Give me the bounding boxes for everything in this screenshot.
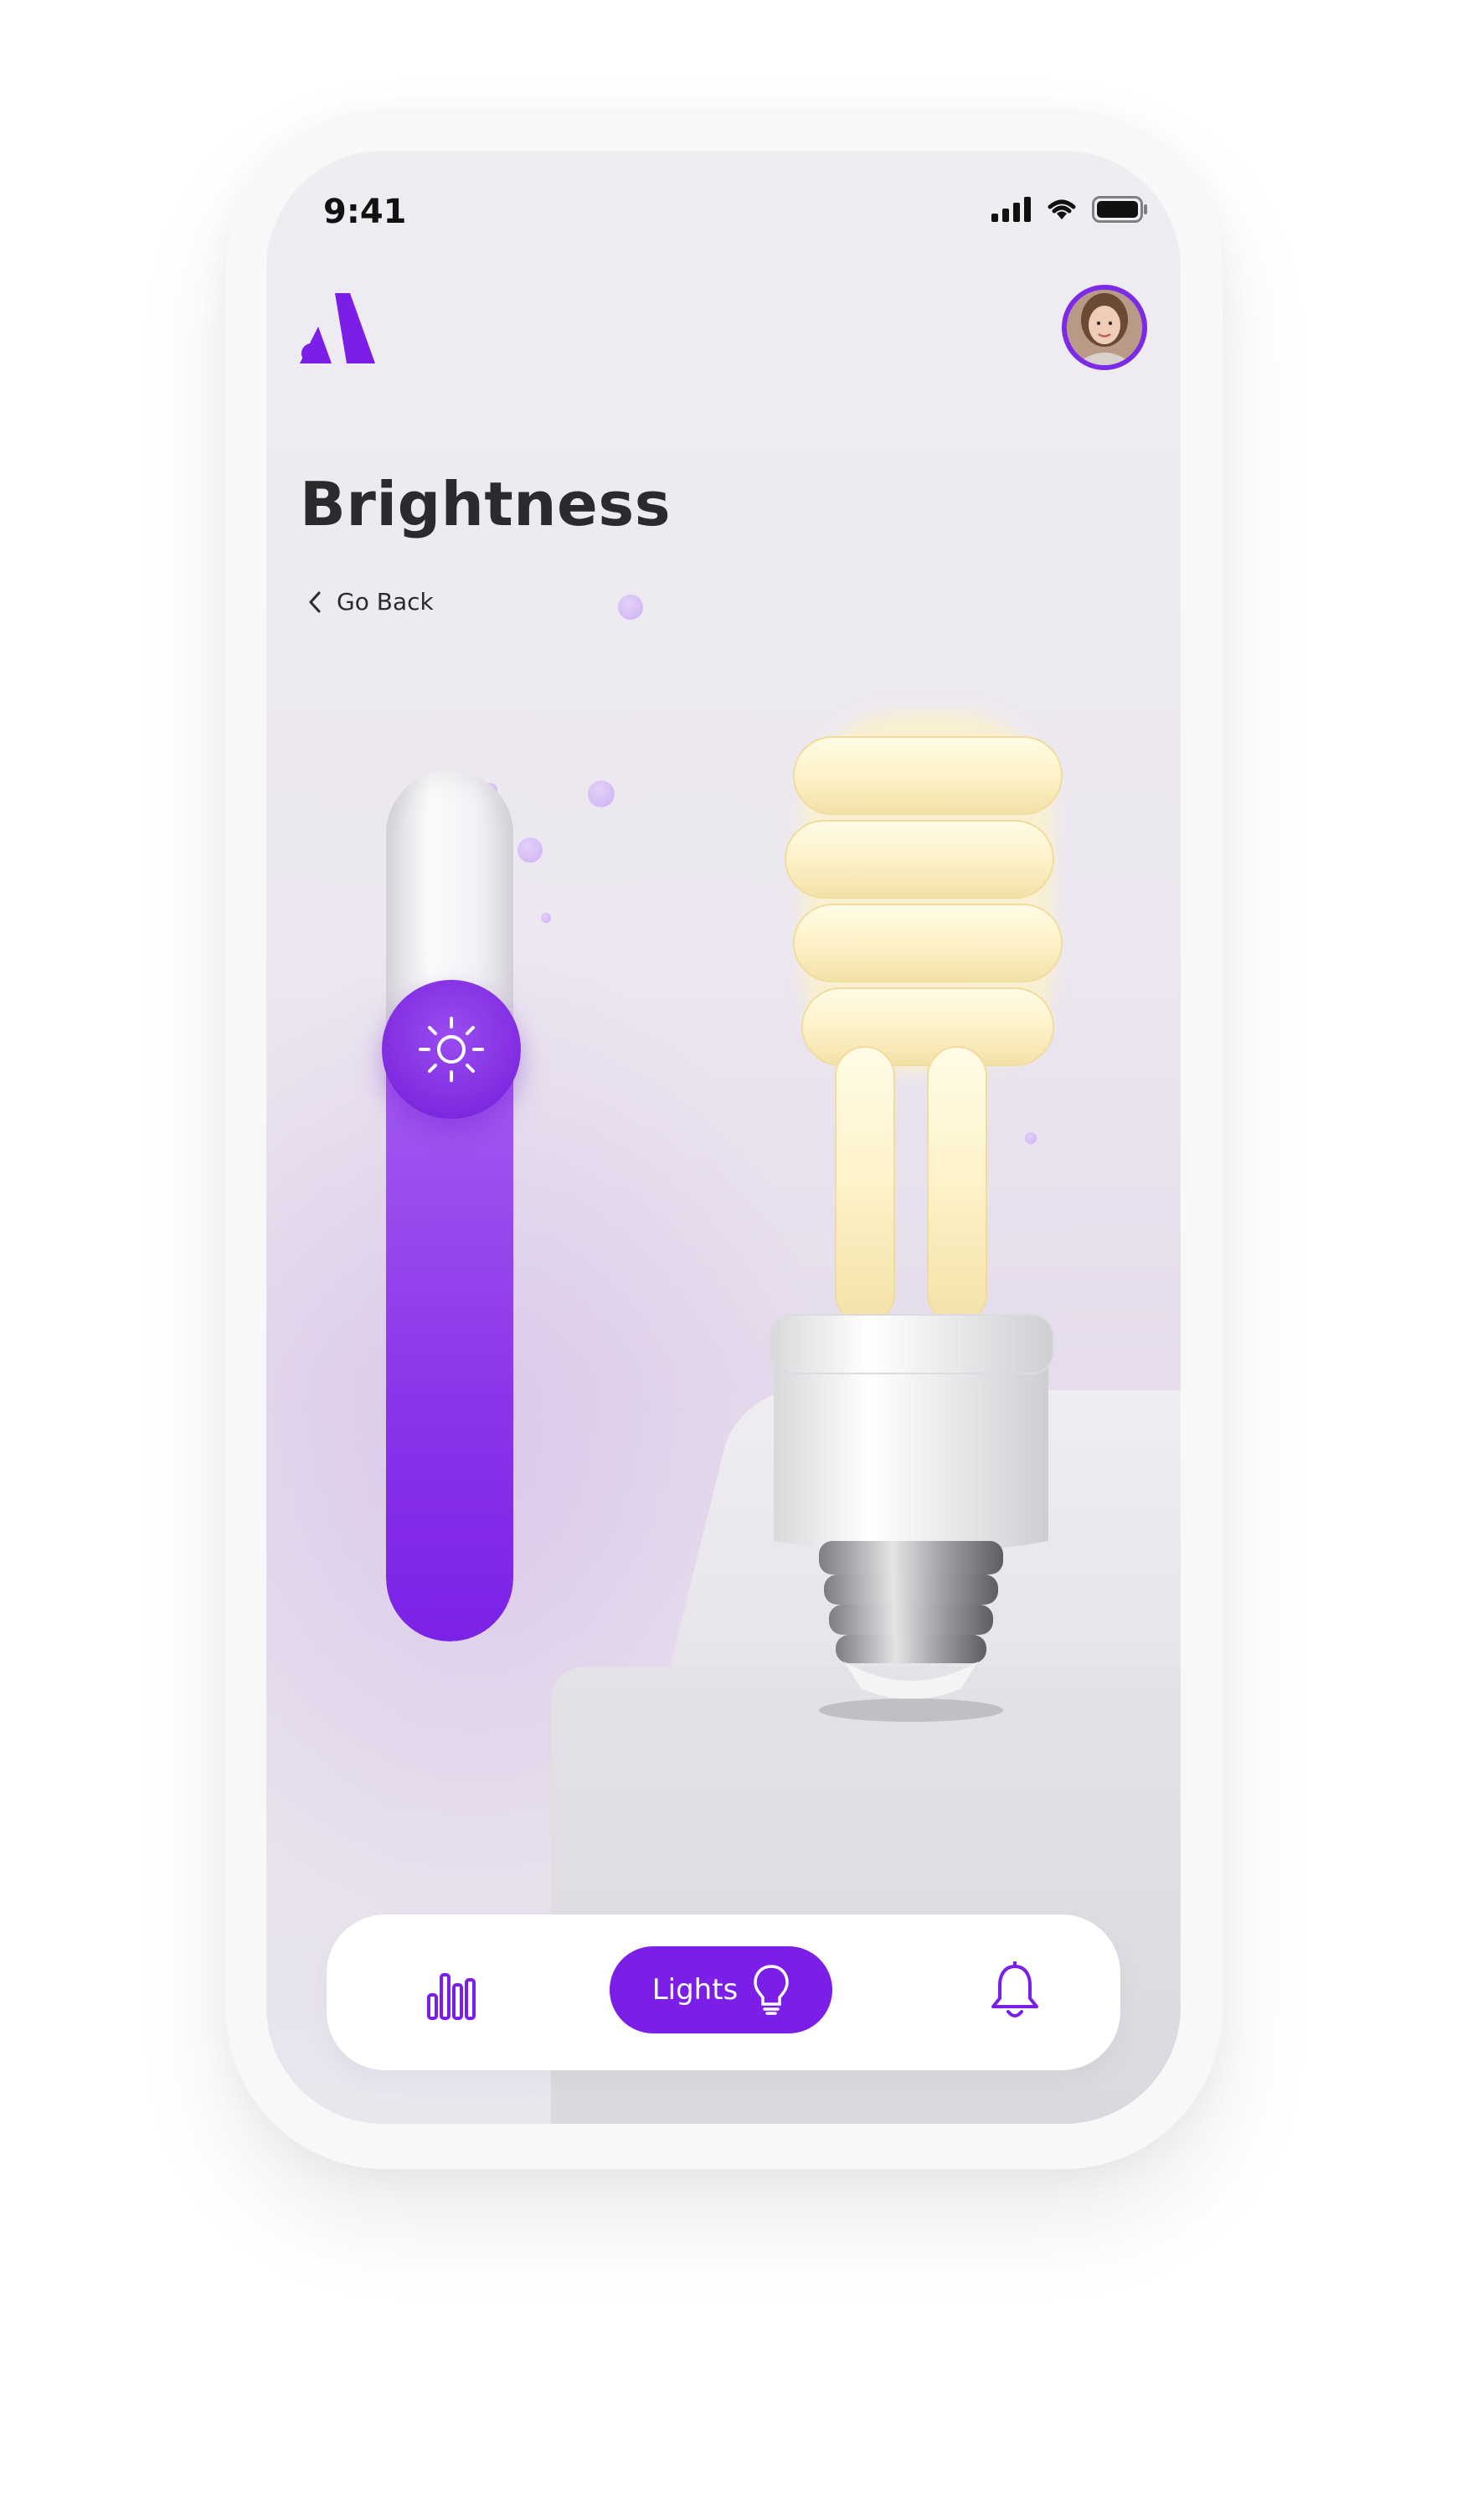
wifi-icon [1048,199,1076,219]
go-back-link[interactable]: Go Back [308,588,434,616]
bar-chart-icon[interactable] [425,1963,479,2022]
decorative-bubble [517,837,543,863]
nav-lights-label: Lights [651,1973,739,2007]
brightness-slider-handle[interactable] [382,979,521,1119]
battery-icon [1092,196,1147,223]
app-screen: 9:41 Brightness Go Back Lights [266,151,1181,2124]
chevron-left-icon [309,591,321,612]
brightness-slider-fill [386,1049,513,1641]
page-title: Brightness [300,469,672,539]
status-time: 9:41 [323,193,407,231]
bottom-navigation: Lights [327,1914,1120,2070]
decorative-bubble [588,781,615,807]
sun-icon [419,1016,484,1082]
user-avatar[interactable] [1062,285,1147,370]
decorative-bubble [618,595,643,620]
nav-lights-button[interactable]: Lights [610,1946,832,2033]
status-icons [991,196,1149,223]
lightbulb-illustration [770,712,1063,1722]
bell-icon[interactable] [988,1961,1042,2022]
brand-a-logo-icon[interactable] [300,293,375,363]
brightness-slider-track[interactable] [386,770,513,1641]
go-back-label: Go Back [337,588,434,616]
signal-icon [991,197,1031,222]
avatar-photo-icon [1067,290,1142,365]
decorative-bubble [541,913,551,923]
lightbulb-icon [754,1965,790,2015]
